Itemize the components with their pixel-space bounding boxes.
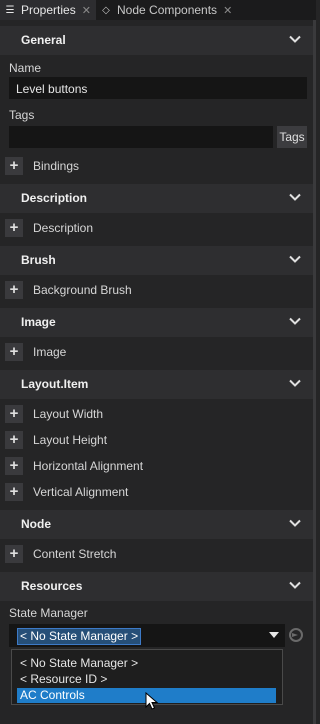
name-field-value: Level buttons [16, 82, 88, 96]
property-row-description: + Description [0, 217, 313, 241]
section-description-title: Description [21, 191, 88, 205]
add-layout-width-button[interactable]: + [5, 405, 23, 423]
section-image-title: Image [21, 315, 56, 329]
tab-properties-label: Properties [21, 3, 76, 17]
chevron-down-icon[interactable] [289, 317, 301, 326]
tags-field[interactable] [9, 126, 273, 148]
property-row-bindings: + Bindings [0, 155, 313, 179]
section-brush[interactable]: Brush [0, 246, 313, 275]
property-row-vertical-alignment: + Vertical Alignment [0, 481, 313, 505]
tags-label: Tags [9, 108, 35, 122]
add-description-button[interactable]: + [5, 219, 23, 237]
dropdown-option[interactable]: < No State Manager > [17, 656, 276, 671]
layout-height-label: Layout Height [33, 433, 108, 447]
state-manager-select[interactable]: < No State Manager > [9, 624, 285, 647]
state-manager-selected-value: < No State Manager > [17, 628, 142, 645]
add-horizontal-alignment-button[interactable]: + [5, 457, 23, 475]
add-content-stretch-button[interactable]: + [5, 545, 23, 563]
section-brush-title: Brush [21, 253, 56, 267]
mouse-cursor-icon [145, 691, 159, 712]
close-icon[interactable]: ✕ [223, 4, 232, 17]
chevron-down-icon[interactable] [289, 255, 301, 264]
property-row-content-stretch: + Content Stretch [0, 543, 313, 567]
name-field[interactable]: Level buttons [9, 77, 307, 99]
property-row-layout-height: + Layout Height [0, 429, 313, 453]
section-layout-item-title: Layout.Item [21, 377, 89, 391]
list-icon: ☰ [5, 4, 15, 16]
section-node[interactable]: Node [0, 510, 313, 539]
property-row-image: + Image [0, 341, 313, 365]
caret-down-icon[interactable] [269, 632, 279, 638]
section-node-title: Node [21, 517, 51, 531]
tab-node-components-label: Node Components [117, 3, 218, 17]
add-vertical-alignment-button[interactable]: + [5, 483, 23, 501]
chevron-down-icon[interactable] [289, 35, 301, 44]
chevron-down-icon[interactable] [289, 519, 301, 528]
section-resources[interactable]: Resources [0, 572, 313, 601]
property-row-background-brush: + Background Brush [0, 279, 313, 303]
add-layout-height-button[interactable]: + [5, 431, 23, 449]
image-label: Image [33, 345, 67, 359]
section-layout-item[interactable]: Layout.Item [0, 370, 313, 399]
section-resources-title: Resources [21, 579, 83, 593]
section-image[interactable]: Image [0, 308, 313, 337]
components-icon: ◇ [102, 4, 110, 16]
name-label: Name [9, 61, 42, 75]
property-row-layout-width: + Layout Width [0, 403, 313, 427]
add-background-brush-button[interactable]: + [5, 281, 23, 299]
layout-width-label: Layout Width [33, 407, 104, 421]
add-image-button[interactable]: + [5, 343, 23, 361]
horizontal-alignment-label: Horizontal Alignment [33, 459, 144, 473]
refresh-icon[interactable] [288, 627, 304, 643]
background-brush-label: Background Brush [33, 283, 132, 297]
description-label: Description [33, 221, 94, 235]
vertical-alignment-label: Vertical Alignment [33, 485, 129, 499]
scrollbar[interactable] [313, 20, 316, 724]
state-manager-label: State Manager [9, 606, 88, 620]
section-description[interactable]: Description [0, 184, 313, 213]
content-stretch-label: Content Stretch [33, 547, 117, 561]
chevron-down-icon[interactable] [289, 379, 301, 388]
property-row-horizontal-alignment: + Horizontal Alignment [0, 455, 313, 479]
dropdown-option[interactable]: < Resource ID > [17, 672, 276, 687]
chevron-down-icon[interactable] [289, 193, 301, 202]
chevron-down-icon[interactable] [289, 581, 301, 590]
tab-properties[interactable]: ☰ Properties ✕ [0, 0, 96, 20]
tags-button[interactable]: Tags [277, 126, 307, 148]
tab-node-components[interactable]: ◇ Node Components ✕ [96, 0, 244, 20]
bindings-label: Bindings [33, 159, 80, 173]
section-general[interactable]: General [0, 26, 313, 55]
section-general-title: General [21, 33, 66, 47]
tab-bar: ☰ Properties ✕ ◇ Node Components ✕ [0, 0, 316, 20]
add-bindings-button[interactable]: + [5, 157, 23, 175]
close-icon[interactable]: ✕ [82, 4, 91, 17]
